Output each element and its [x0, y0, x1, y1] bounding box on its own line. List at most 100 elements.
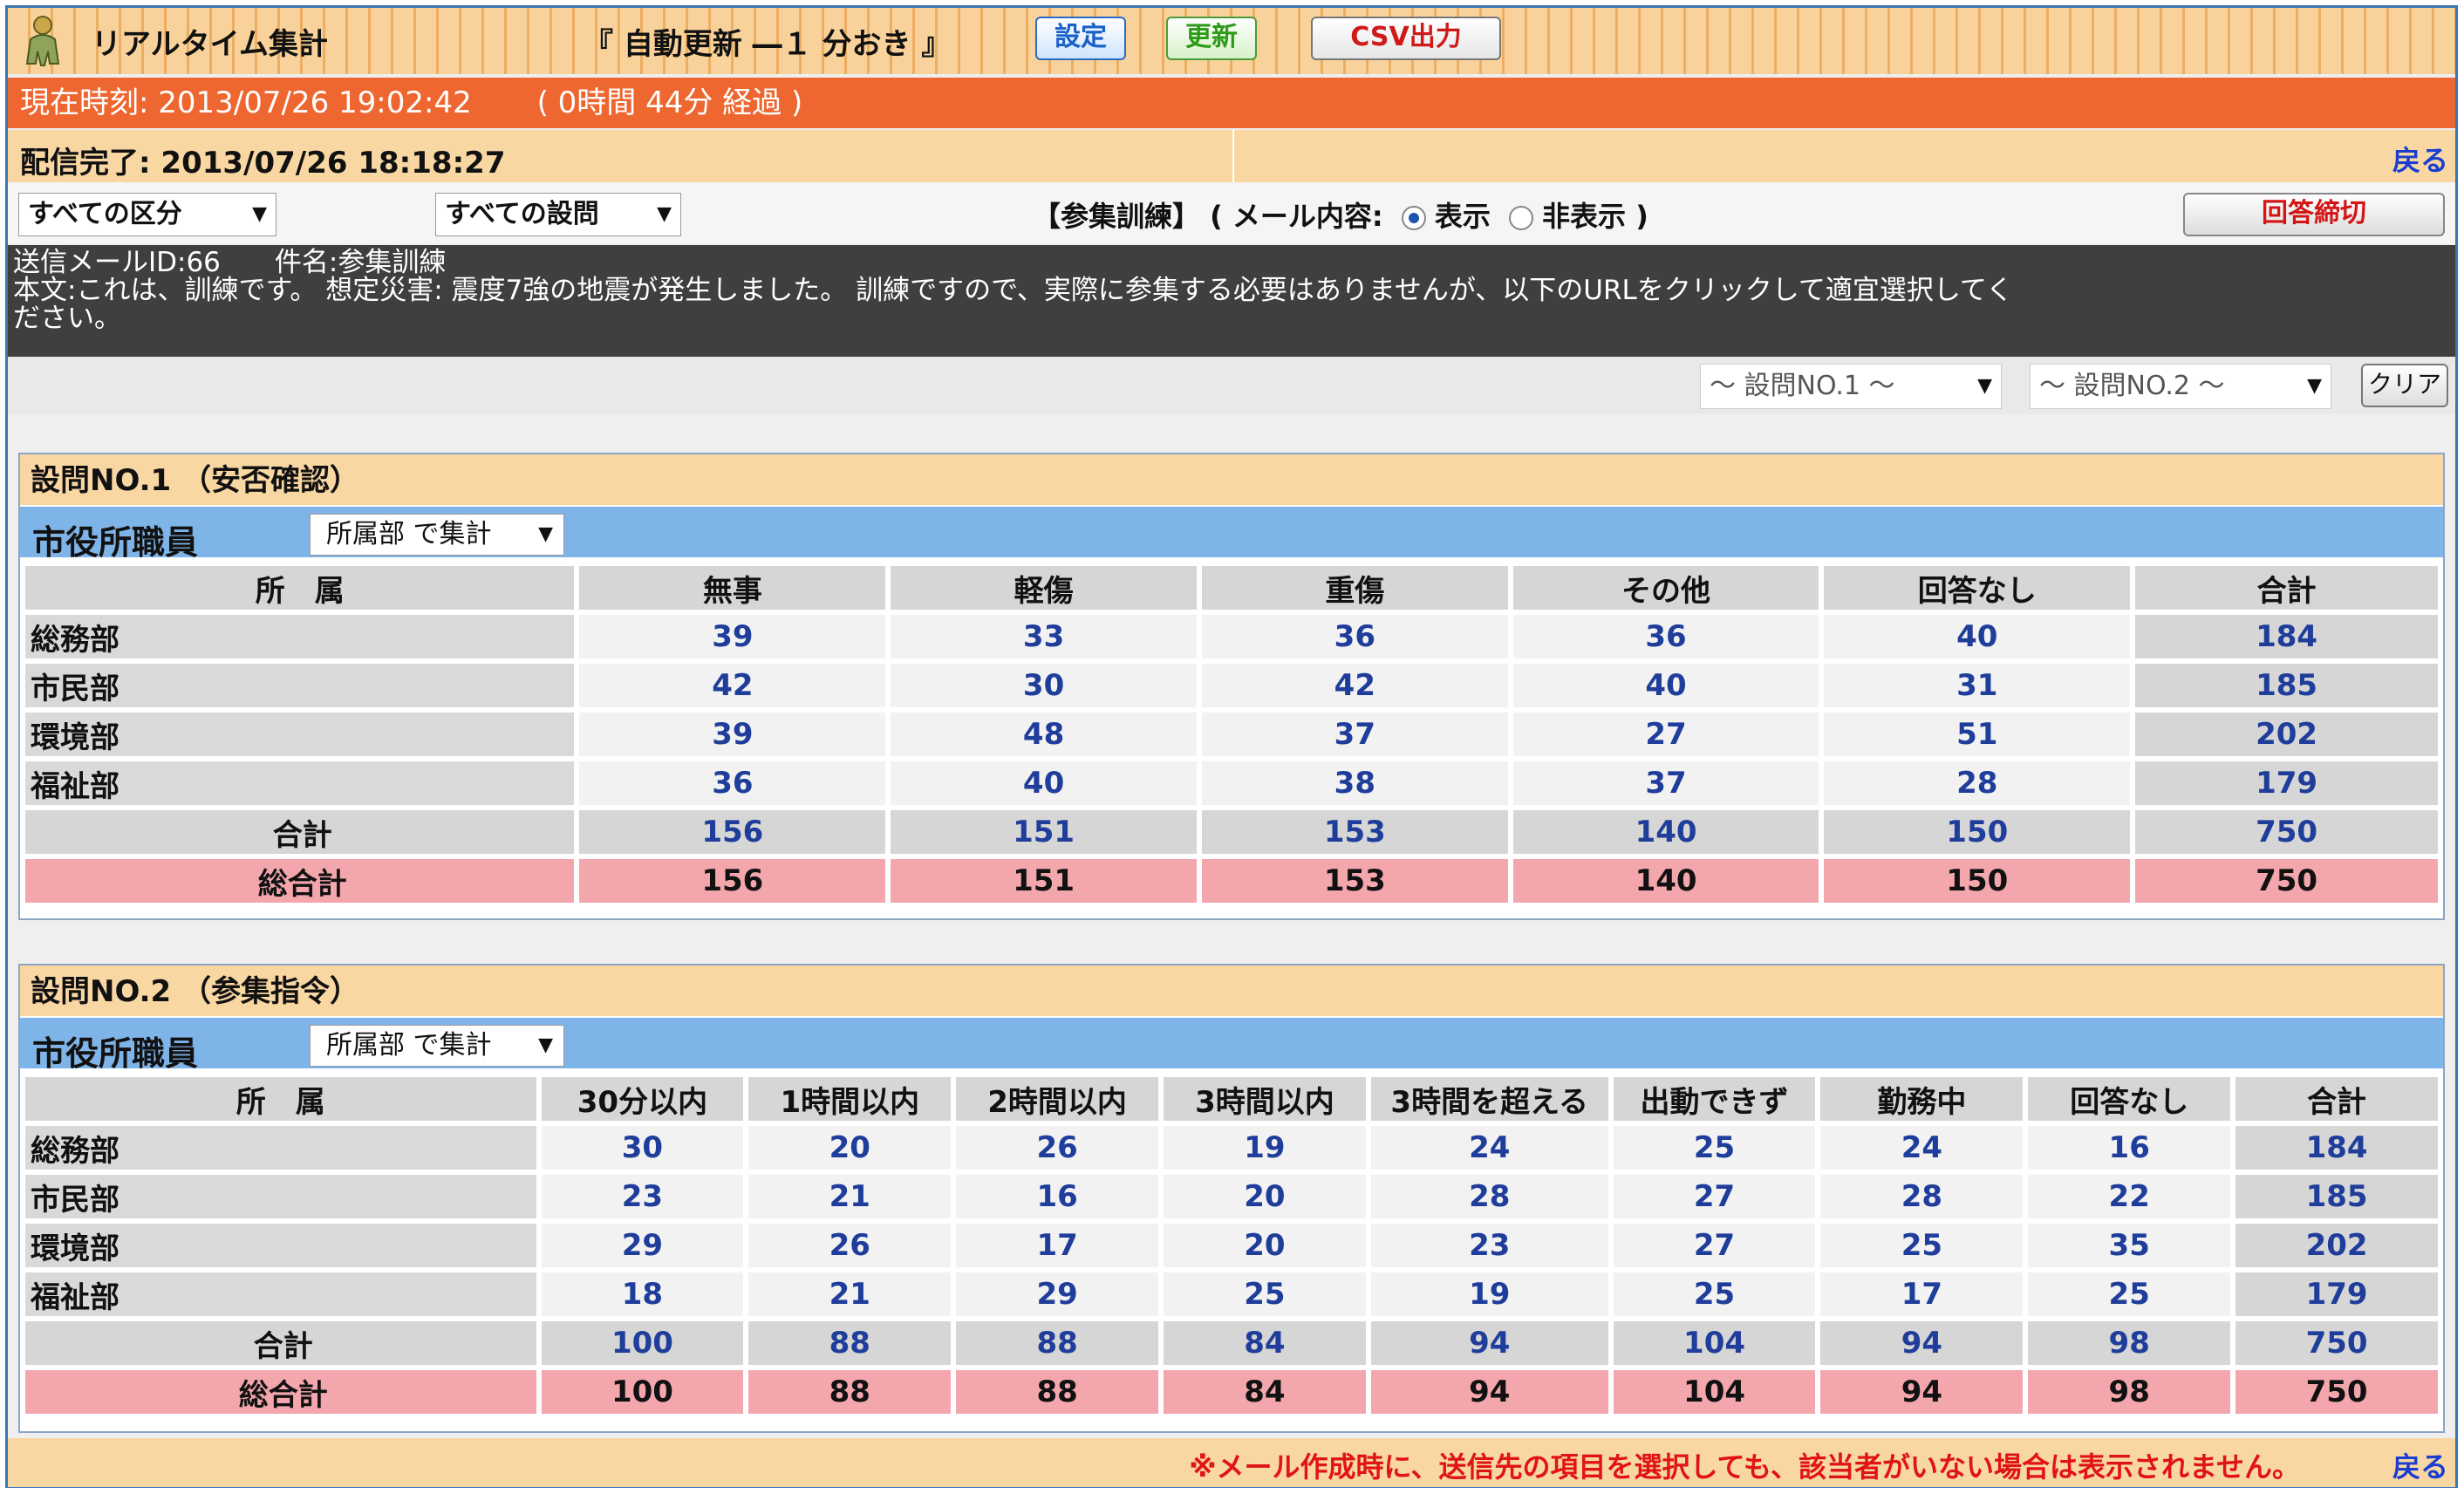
table-cell: 202: [2235, 1224, 2438, 1267]
aggregate-select-value: 所属部 で集計: [326, 519, 492, 549]
table-cell: 36: [1201, 615, 1508, 658]
table-row: 福祉部 18 21 29 25 19 25 17 25 179: [25, 1272, 2438, 1316]
q1-filter-select[interactable]: ～ 設問NO.1 ～ ▼: [1700, 364, 2002, 409]
row-label: 合計: [25, 810, 575, 854]
table-row: 環境部 29 26 17 20 23 27 25 35 202: [25, 1224, 2438, 1267]
table-cell: 16: [956, 1175, 1159, 1218]
close-answers-button[interactable]: 回答締切: [2183, 193, 2445, 236]
row-label: 総合計: [25, 1370, 536, 1414]
elapsed-time: ( 0時間 44分 経過 ): [536, 85, 803, 120]
table-cell: 23: [541, 1175, 744, 1218]
table-cell: 40: [891, 761, 1197, 805]
table-cell: 150: [1824, 859, 2131, 903]
table-cell: 42: [579, 664, 886, 707]
mail-body-cont: ださい。: [13, 303, 121, 334]
column-header: 軽傷: [891, 566, 1197, 610]
delivery-complete: 配信完了: 2013/07/26 18:18:27: [20, 146, 506, 181]
table-cell: 750: [2135, 810, 2438, 854]
table-cell: 40: [1512, 664, 1819, 707]
table-cell: 153: [1201, 859, 1508, 903]
table-cell: 24: [1370, 1126, 1608, 1170]
total-row: 合計 156 151 153 140 150 750: [25, 810, 2438, 854]
column-header: 勤務中: [1820, 1077, 2024, 1121]
settings-button[interactable]: 設定: [1035, 17, 1126, 60]
footer: ※メール作成時に、送信先の項目を選択しても、該当者がいない場合は表示されません。…: [8, 1438, 2455, 1487]
training-title: 【参集訓練】: [1033, 200, 1201, 233]
table-cell: 151: [891, 859, 1197, 903]
row-label: 環境部: [25, 713, 575, 756]
chevron-down-icon: ▼: [252, 203, 267, 225]
question-title: 設問NO.1 （安否確認）: [20, 454, 2443, 507]
table-cell: 179: [2135, 761, 2438, 805]
row-label: 総務部: [25, 1126, 536, 1170]
grand-total-row: 総合計 156 151 153 140 150 750: [25, 859, 2438, 903]
column-header: 1時間以内: [748, 1077, 952, 1121]
table-cell: 184: [2235, 1126, 2438, 1170]
table-cell: 17: [956, 1224, 1159, 1267]
mail-info: 送信メールID:66 件名:参集訓練 本文:これは、訓練です。 想定災害: 震度…: [8, 245, 2455, 357]
table-cell: 26: [748, 1224, 952, 1267]
current-time: 現在時刻: 2013/07/26 19:02:42: [20, 85, 472, 120]
header-row: 所 属 30分以内 1時間以内 2時間以内 3時間以内 3時間を超える 出動できず 勤務中 回答…: [25, 1077, 2438, 1121]
table-cell: 98: [2028, 1370, 2231, 1414]
table-cell: 30: [541, 1126, 744, 1170]
table-cell: 750: [2135, 859, 2438, 903]
q2-filter-select[interactable]: ～ 設問NO.2 ～ ▼: [2030, 364, 2331, 409]
table-cell: 33: [891, 615, 1197, 658]
footer-note: ※メール作成時に、送信先の項目を選択しても、該当者がいない場合は表示されません。: [1189, 1450, 2300, 1484]
table-cell: 39: [579, 615, 886, 658]
column-header: 2時間以内: [956, 1077, 1159, 1121]
refresh-button[interactable]: 更新: [1166, 17, 1257, 60]
table-cell: 28: [1824, 761, 2131, 805]
table-cell: 37: [1512, 761, 1819, 805]
table-cell: 31: [1824, 664, 2131, 707]
table-cell: 153: [1201, 810, 1508, 854]
mail-content-label: ( メール内容:: [1210, 200, 1383, 233]
show-radio[interactable]: [1401, 206, 1426, 230]
table-cell: 19: [1164, 1126, 1366, 1170]
aggregate-select-value: 所属部 で集計: [326, 1030, 492, 1061]
table-cell: 88: [748, 1370, 952, 1414]
clear-button[interactable]: クリア: [2361, 364, 2448, 407]
column-header: 回答なし: [1824, 566, 2131, 610]
table-cell: 750: [2235, 1321, 2438, 1365]
table-cell: 16: [2028, 1126, 2231, 1170]
table-cell: 23: [1370, 1224, 1608, 1267]
group-label: 市役所職員: [32, 1034, 199, 1073]
divider: [1232, 130, 1234, 182]
table-cell: 156: [579, 810, 886, 854]
table-cell: 88: [748, 1321, 952, 1365]
question-select[interactable]: すべての設問 ▼: [435, 193, 681, 236]
row-label: 環境部: [25, 1224, 536, 1267]
question-title: 設問NO.2 （参集指令）: [20, 965, 2443, 1018]
app-window: リアルタイム集計 『 自動更新 ―１ 分おき 』 設定 更新 CSV出力 現在時…: [5, 5, 2458, 1488]
back-link-top[interactable]: 戻る: [2392, 139, 2448, 179]
row-label: 市民部: [25, 1175, 536, 1218]
table-cell: 17: [1820, 1272, 2024, 1316]
table-row: 総務部 39 33 36 36 40 184: [25, 615, 2438, 658]
csv-export-button[interactable]: CSV出力: [1311, 17, 1501, 60]
column-header: 所 属: [25, 566, 575, 610]
table-row: 福祉部 36 40 38 37 28 179: [25, 761, 2438, 805]
row-label: 福祉部: [25, 1272, 536, 1316]
toolbar: リアルタイム集計 『 自動更新 ―１ 分おき 』 設定 更新 CSV出力: [8, 8, 2455, 74]
table-cell: 750: [2235, 1370, 2438, 1414]
table-cell: 98: [2028, 1321, 2231, 1365]
hide-radio[interactable]: [1509, 206, 1534, 230]
table-cell: 104: [1613, 1321, 1816, 1365]
category-select[interactable]: すべての区分 ▼: [18, 193, 276, 236]
table-cell: 100: [541, 1321, 744, 1365]
app-title: リアルタイム集計: [92, 27, 328, 62]
grand-total-row: 総合計 100 88 88 84 94 104 94 98 750: [25, 1370, 2438, 1414]
table-cell: 88: [956, 1321, 1159, 1365]
aggregate-select[interactable]: 所属部 で集計 ▼: [310, 1025, 564, 1067]
hide-radio-label: 非表示: [1542, 200, 1627, 233]
q1-filter-value: ～ 設問NO.1 ～: [1710, 371, 1895, 401]
aggregate-select[interactable]: 所属部 で集計 ▼: [310, 514, 564, 556]
results-table: 所 属 30分以内 1時間以内 2時間以内 3時間以内 3時間を超える 出動できず 勤務中 回答…: [20, 1072, 2443, 1419]
back-link-bottom[interactable]: 戻る: [2392, 1445, 2448, 1485]
row-label: 総合計: [25, 859, 575, 903]
table-cell: 27: [1613, 1224, 1816, 1267]
table-cell: 94: [1820, 1321, 2024, 1365]
table-row: 環境部 39 48 37 27 51 202: [25, 713, 2438, 756]
